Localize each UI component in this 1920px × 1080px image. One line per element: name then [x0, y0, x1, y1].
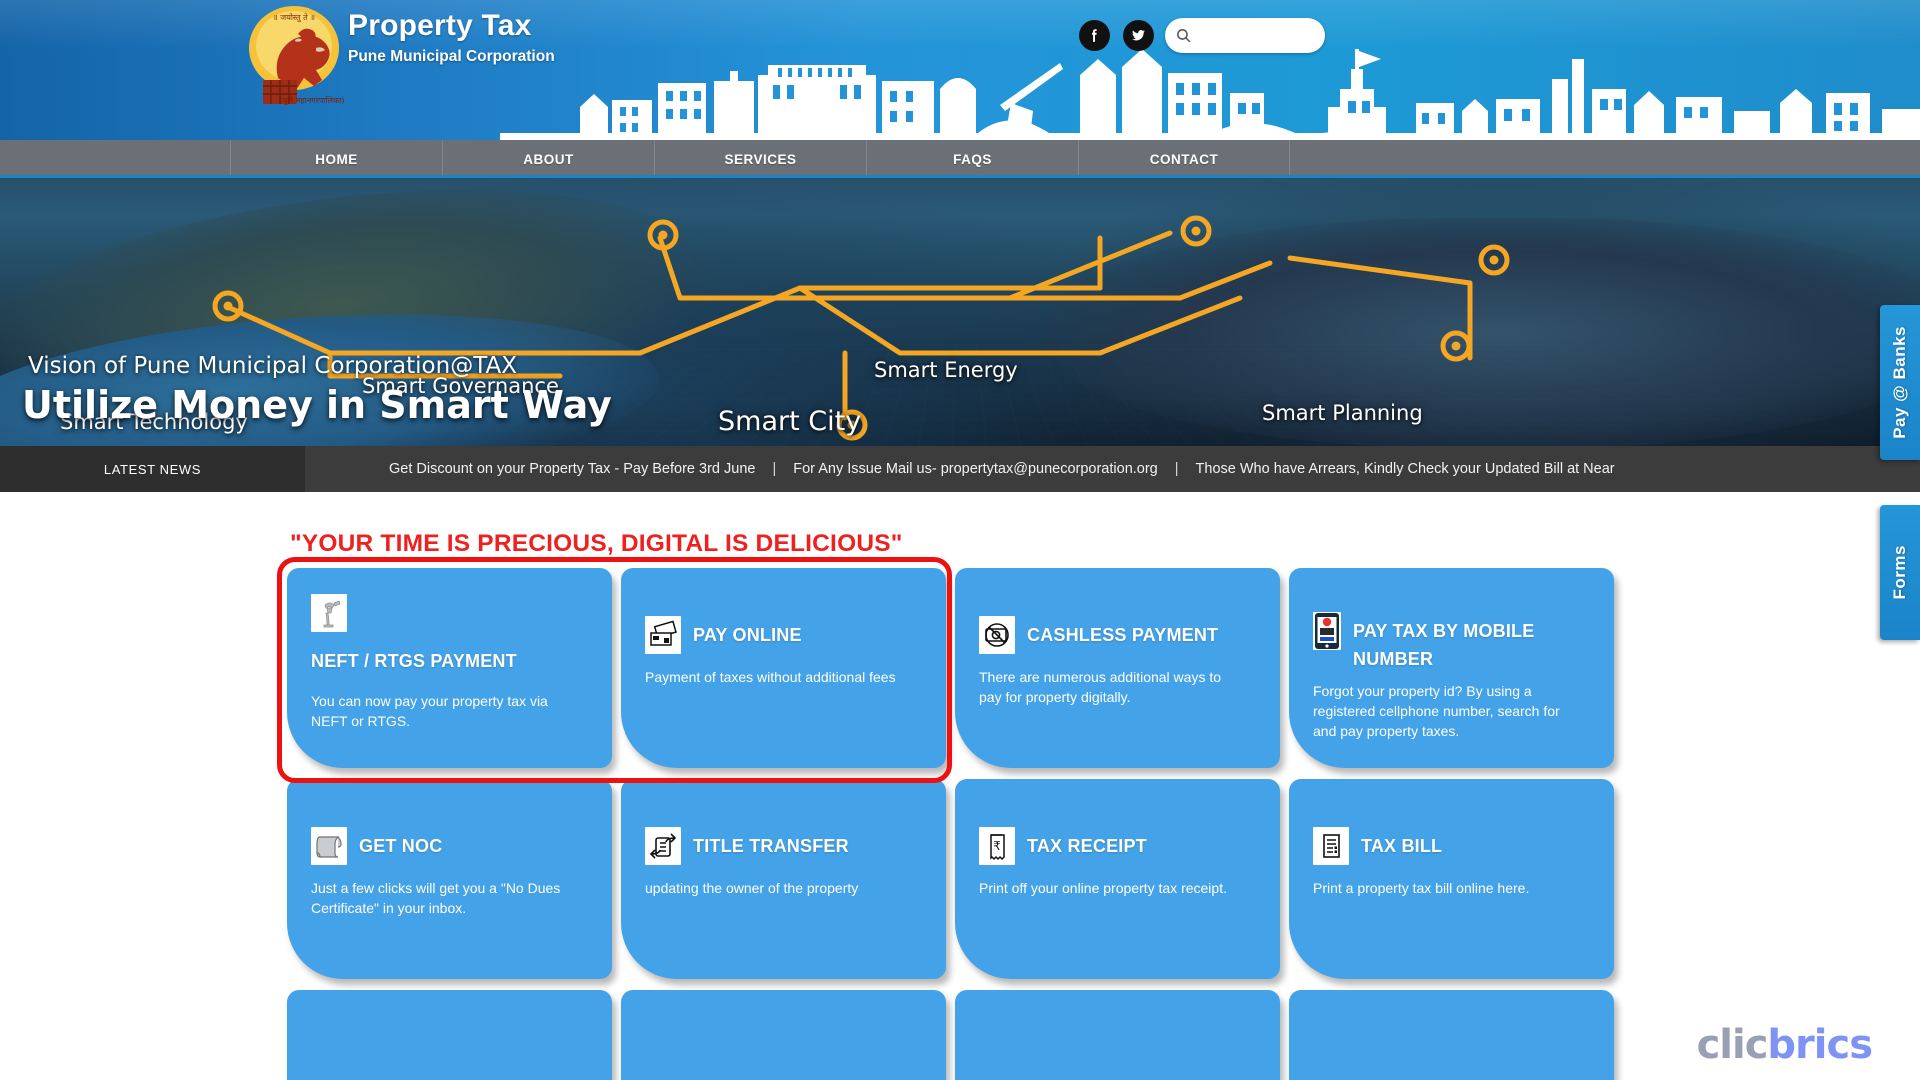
card-title: TAX RECEIPT: [1027, 836, 1147, 856]
card-title-transfer[interactable]: TITLE TRANSFER updating the owner of the…: [621, 779, 946, 979]
card-tax-receipt[interactable]: ₹ TAX RECEIPT Print off your online prop…: [955, 779, 1280, 979]
card-title: GET NOC: [359, 836, 443, 856]
card-head: PAY ONLINE: [645, 616, 922, 654]
bank-transfer-icon: [311, 594, 347, 632]
nav-item-home[interactable]: HOME: [230, 140, 442, 178]
card-get-noc[interactable]: GET NOC Just a few clicks will get you a…: [287, 779, 612, 979]
rupee-receipt-icon: ₹: [979, 827, 1015, 865]
card-title: PAY ONLINE: [693, 625, 802, 645]
hero-banner: Smart Technology Smart Governance Smart …: [0, 178, 1920, 446]
card-description: Just a few clicks will get you a "No Due…: [311, 880, 561, 916]
hero-label-smart-city: Smart City: [718, 406, 862, 437]
card-description: Forgot your property id? By using a regi…: [1313, 682, 1560, 739]
card-neft-rtgs-payment[interactable]: NEFT / RTGS PAYMENT You can now pay your…: [287, 568, 612, 768]
hero-label-smart-energy: Smart Energy: [874, 358, 1018, 382]
side-tab-label: Forms: [1890, 545, 1909, 600]
site-title: Property Tax: [348, 9, 532, 42]
card-tax-bill[interactable]: TAX BILL Print a property tax bill onlin…: [1289, 779, 1614, 979]
card-head: NEFT / RTGS PAYMENT: [311, 594, 588, 676]
card-title: CASHLESS PAYMENT: [1027, 625, 1219, 645]
card-row3-4[interactable]: [1289, 990, 1614, 1080]
scroll-document-icon: [311, 827, 347, 865]
card-title: PAY TAX BY MOBILE NUMBER: [1353, 621, 1535, 669]
card-description: updating the owner of the property: [645, 880, 859, 896]
svg-text:(पुणे महानगरपालिका): (पुणे महानगरपालिका): [280, 95, 345, 106]
social-links: [1079, 20, 1154, 51]
city-skyline-graphic: [500, 49, 1920, 140]
news-separator: |: [772, 461, 777, 477]
search-icon: [1177, 29, 1191, 43]
facebook-icon[interactable]: [1079, 20, 1110, 51]
nav-item-about[interactable]: ABOUT: [442, 140, 654, 178]
card-row3-3[interactable]: [955, 990, 1280, 1080]
clicbrics-watermark: clicbrics: [1696, 1022, 1873, 1068]
side-tab-forms[interactable]: Forms: [1880, 505, 1920, 640]
news-separator: |: [1174, 461, 1179, 477]
card-description: You can now pay your property tax via NE…: [311, 692, 548, 729]
site-header: ॥ जयोस्तु ते ॥ (पुणे महानगरपालिका) Prope…: [0, 0, 1920, 140]
svg-text:॥ जयोस्तु ते ॥: ॥ जयोस्तु ते ॥: [273, 12, 315, 23]
side-tab-label: Pay @ Banks: [1890, 326, 1909, 439]
service-card-grid: NEFT / RTGS PAYMENT You can now pay your…: [287, 568, 1620, 1080]
site-identity: Property Tax Pune Municipal Corporation: [348, 8, 555, 66]
card-pay-online[interactable]: PAY ONLINE Payment of taxes without addi…: [621, 568, 946, 768]
card-row3-2[interactable]: [621, 990, 946, 1080]
transfer-document-icon: [645, 827, 681, 865]
search-box[interactable]: [1165, 18, 1325, 53]
hero-label-smart-planning: Smart Planning: [1262, 401, 1423, 425]
nav-left-spacer: [0, 140, 230, 175]
watermark-part-1: clic: [1696, 1022, 1769, 1068]
hero-vision-line: Vision of Pune Municipal Corporation@TAX: [28, 353, 517, 379]
credit-card-icon: [645, 616, 681, 654]
news-ticker[interactable]: Get Discount on your Property Tax - Pay …: [305, 446, 1920, 492]
no-cash-icon: [979, 616, 1015, 654]
hero-slogan: Utilize Money in Smart Way: [22, 383, 612, 427]
nav-item-services[interactable]: SERVICES: [654, 140, 866, 178]
card-pay-tax-by-mobile-number[interactable]: PAY TAX BY MOBILE NUMBER Forgot your pro…: [1289, 568, 1614, 768]
card-head: PAY TAX BY MOBILE NUMBER: [1313, 612, 1590, 674]
card-description: There are numerous additional ways to pa…: [979, 669, 1222, 705]
watermark-part-2: brics: [1767, 1022, 1873, 1068]
search-input[interactable]: [1192, 21, 1310, 50]
card-head: GET NOC: [311, 827, 588, 865]
latest-news-label: LATEST NEWS: [0, 446, 305, 492]
page-root: ॥ जयोस्तु ते ॥ (पुणे महानगरपालिका) Prope…: [0, 0, 1920, 1080]
card-description: Payment of taxes without additional fees: [645, 669, 896, 685]
card-head: ₹ TAX RECEIPT: [979, 827, 1256, 865]
card-cashless-payment[interactable]: CASHLESS PAYMENT There are numerous addi…: [955, 568, 1280, 768]
site-subtitle: Pune Municipal Corporation: [348, 48, 555, 65]
card-title: TAX BILL: [1361, 836, 1443, 856]
latest-news-bar: LATEST NEWS Get Discount on your Propert…: [0, 446, 1920, 492]
news-item-3[interactable]: Those Who have Arrears, Kindly Check you…: [1196, 461, 1615, 477]
news-item-1[interactable]: Get Discount on your Property Tax - Pay …: [389, 461, 755, 477]
card-head: CASHLESS PAYMENT: [979, 616, 1256, 654]
pmc-emblem-logo: ॥ जयोस्तु ते ॥ (पुणे महानगरपालिका): [238, 4, 350, 108]
card-head: TITLE TRANSFER: [645, 827, 922, 865]
bill-document-icon: [1313, 827, 1349, 865]
twitter-icon[interactable]: [1123, 20, 1154, 51]
svg-text:₹: ₹: [993, 839, 1001, 853]
news-item-2[interactable]: For Any Issue Mail us- propertytax@punec…: [793, 461, 1158, 477]
page-tagline: "YOUR TIME IS PRECIOUS, DIGITAL IS DELIC…: [290, 530, 903, 557]
mobile-payment-icon: [1313, 612, 1341, 650]
side-tab-pay-at-banks[interactable]: Pay @ Banks: [1880, 305, 1920, 460]
card-description: Print a property tax bill online here.: [1313, 880, 1530, 896]
main-content: "YOUR TIME IS PRECIOUS, DIGITAL IS DELIC…: [0, 492, 1920, 1080]
nav-item-contact[interactable]: CONTACT: [1078, 140, 1290, 178]
card-title: TITLE TRANSFER: [693, 836, 849, 856]
card-row3-1[interactable]: [287, 990, 612, 1080]
card-description: Print off your online property tax recei…: [979, 880, 1227, 896]
main-navigation: HOME ABOUT SERVICES FAQS CONTACT: [0, 140, 1920, 178]
card-title: NEFT / RTGS PAYMENT: [311, 651, 517, 671]
card-head: TAX BILL: [1313, 827, 1590, 865]
nav-item-faqs[interactable]: FAQS: [866, 140, 1078, 178]
